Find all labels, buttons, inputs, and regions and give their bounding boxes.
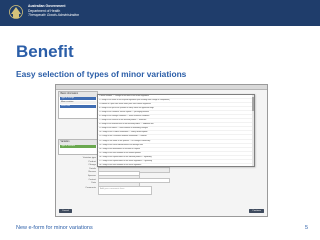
footer-text: New e-form for minor variations [16,225,93,231]
page-number: 5 [304,225,308,231]
field-label: Change [88,164,96,167]
government-logo-text: Australian Government Department of Heal… [28,4,79,18]
coat-of-arms-logo [9,5,23,19]
variation-select[interactable]: Select one [60,104,96,108]
minor-variation-option[interactable]: Minor variation [60,100,96,105]
logo-line-3: Therapeutic Goods Administration [28,13,80,18]
field-label: Comments [85,187,96,189]
slide-title: Benefit [16,42,74,61]
header-bar: Australian Government Department of Heal… [0,0,320,26]
field-label: Product [88,160,96,163]
type-of-variation-select[interactable]: Type of variation [60,145,96,149]
field-label: Date [91,182,96,185]
app-screenshot: Basic information Type of change Minor v… [55,84,268,217]
type-of-change-select[interactable]: Type of change [60,97,96,101]
basic-info-panel: Basic information Type of change Minor v… [58,91,98,119]
slide-subtitle: Easy selection of types of minor variati… [16,69,187,79]
comments-placeholder: Add your comments here [100,188,125,190]
field-label: Sponsor [87,175,96,177]
panel-heading: Variation [59,140,97,145]
dropdown-option[interactable]: 18 Change to the test methods of the act… [98,164,254,166]
variation-type-dropdown[interactable]: 1 Minor variation — Change to the name o… [97,94,255,167]
variation-panel: Variation Type of variation [58,139,98,155]
dropdown-scrollbar[interactable] [251,95,254,166]
field-label: Reason [88,171,96,174]
scrollbar-thumb[interactable] [251,97,254,111]
app-topbar [56,85,267,90]
continue-button[interactable]: Continue [249,209,264,213]
field-label: Variation type [82,157,96,159]
field-label: Contact [88,178,96,181]
dropdown-list: 1 Minor variation — Change to the name o… [98,95,254,166]
panel-heading: Basic information [59,92,97,97]
field-label: Details [89,167,96,170]
cancel-button[interactable]: Cancel [59,209,72,213]
